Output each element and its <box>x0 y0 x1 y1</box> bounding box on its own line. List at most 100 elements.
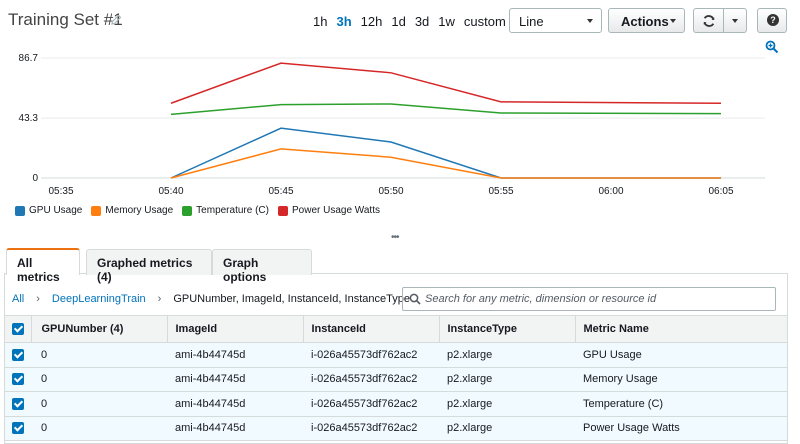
graph-title: Training Set #1 <box>8 10 123 29</box>
chevron-down-icon <box>587 19 593 23</box>
chevron-down-icon <box>670 19 676 23</box>
legend-label: Temperature (C) <box>196 205 269 216</box>
x-tick-label: 06:00 <box>598 186 623 197</box>
refresh-icon <box>703 15 715 27</box>
select-all-cell <box>5 315 32 343</box>
legend-label: Memory Usage <box>105 205 174 216</box>
column-header-imageid[interactable]: ImageId <box>167 315 304 343</box>
chevron-down-icon <box>732 19 738 23</box>
series-line-memory-usage <box>170 148 721 179</box>
cell-imageid: ami-4b44745d <box>167 342 303 368</box>
range-12h[interactable]: 12h <box>361 14 383 29</box>
cell-imageid: ami-4b44745d <box>167 367 303 392</box>
range-1d[interactable]: 1d <box>391 14 405 29</box>
chevron-right-icon: › <box>36 293 40 305</box>
column-header-metric-name[interactable]: Metric Name <box>575 315 787 343</box>
help-icon: ? <box>767 14 779 26</box>
range-3d[interactable]: 3d <box>415 14 429 29</box>
row-checkbox[interactable] <box>12 348 24 361</box>
select-all-checkbox[interactable] <box>12 323 24 336</box>
legend-swatch <box>15 205 25 216</box>
row-select-cell <box>5 416 31 441</box>
cell-metric-name: GPU Usage <box>575 342 787 368</box>
legend-swatch <box>91 205 102 216</box>
actions-button[interactable]: Actions <box>608 8 685 33</box>
tab-graph-options[interactable]: Graph options <box>212 249 312 284</box>
series-line-temperature-c <box>170 103 722 116</box>
metric-search <box>402 287 776 311</box>
column-header-instanceid[interactable]: InstanceId <box>303 315 440 343</box>
search-input[interactable] <box>425 291 765 307</box>
metrics-line-chart: 0 43.3 86.7 05:35 05:40 05:45 05:50 05:55 06:00 0… <box>19 53 765 197</box>
row-checkbox[interactable] <box>12 422 24 435</box>
cell-metric-name: Memory Usage <box>575 367 787 392</box>
time-range-selector: 1h 3h 12h 1d 3d 1w custom <box>313 14 525 29</box>
table-header-row: GPUNumber (4) ImageId InstanceId Instanc… <box>5 315 787 343</box>
tab-all-metrics[interactable]: All metrics <box>6 248 80 284</box>
row-select-cell <box>5 367 31 392</box>
series-line-power-usage-watts <box>170 62 722 105</box>
pencil-icon[interactable] <box>110 12 122 26</box>
range-1w[interactable]: 1w <box>438 14 455 29</box>
column-header-gpunumber[interactable]: GPUNumber (4) <box>31 315 168 343</box>
breadcrumb: All › DeepLearningTrain › GPUNumber, Ima… <box>12 293 410 305</box>
cell-gpunumber: 0 <box>31 391 167 417</box>
table-row[interactable]: 0 ami-4b44745d i-026a45573df762ac2 p2.xl… <box>5 391 787 417</box>
breadcrumb-dimensions: GPUNumber, ImageId, InstanceId, Instance… <box>173 293 410 305</box>
y-tick-label: 86.7 <box>19 53 39 64</box>
x-tick-label: 05:35 <box>48 186 73 197</box>
row-select-cell <box>5 342 31 368</box>
cell-gpunumber: 0 <box>31 416 167 441</box>
chart-type-value: Line <box>519 14 544 29</box>
table-row[interactable]: 0 ami-4b44745d i-026a45573df762ac2 p2.xl… <box>5 367 787 392</box>
resize-handle[interactable]: ••• <box>391 233 399 243</box>
range-1h[interactable]: 1h <box>313 14 327 29</box>
refresh-interval-dropdown[interactable] <box>723 8 747 33</box>
legend-item-power-usage[interactable]: Power Usage Watts <box>277 205 380 216</box>
cell-metric-name: Temperature (C) <box>575 391 787 417</box>
row-checkbox[interactable] <box>12 397 24 410</box>
series-line-gpu-usage <box>170 127 721 179</box>
range-3h[interactable]: 3h <box>336 14 351 29</box>
tab-graphed-metrics[interactable]: Graphed metrics (4) <box>86 249 212 284</box>
refresh-button[interactable] <box>693 8 724 33</box>
row-checkbox[interactable] <box>12 373 24 386</box>
chart-type-select[interactable]: Line <box>509 8 602 33</box>
help-button[interactable]: ? <box>757 8 787 33</box>
actions-label: Actions <box>621 14 669 29</box>
x-tick-label: 05:40 <box>158 186 183 197</box>
metrics-tabs: All metrics Graphed metrics (4) Graph op… <box>4 246 788 284</box>
x-tick-label: 05:50 <box>378 186 403 197</box>
legend-item-gpu-usage[interactable]: GPU Usage <box>15 205 82 216</box>
chevron-right-icon: › <box>157 293 162 305</box>
cell-instanceid: i-026a45573df762ac2 <box>303 416 439 441</box>
cell-instancetype: p2.xlarge <box>439 391 575 417</box>
cell-gpunumber: 0 <box>31 367 167 392</box>
table-row[interactable]: 0 ami-4b44745d i-026a45573df762ac2 p2.xl… <box>5 342 787 368</box>
chart-legend: GPU Usage Memory Usage Temperature (C) P… <box>15 205 389 216</box>
breadcrumb-namespace[interactable]: DeepLearningTrain <box>52 293 146 305</box>
cell-metric-name: Power Usage Watts <box>575 416 787 441</box>
column-header-instancetype[interactable]: InstanceType <box>439 315 576 343</box>
y-tick-label: 43.3 <box>19 113 39 124</box>
cell-instanceid: i-026a45573df762ac2 <box>303 342 439 368</box>
x-tick-label: 06:05 <box>708 186 733 197</box>
legend-label: GPU Usage <box>29 205 83 216</box>
cell-imageid: ami-4b44745d <box>167 416 303 441</box>
legend-swatch <box>277 205 288 216</box>
metrics-table: GPUNumber (4) ImageId InstanceId Instanc… <box>5 315 787 441</box>
table-row[interactable]: 0 ami-4b44745d i-026a45573df762ac2 p2.xl… <box>5 416 787 441</box>
range-custom-label: custom <box>463 14 506 29</box>
legend-item-memory-usage[interactable]: Memory Usage <box>91 205 173 216</box>
search-icon <box>409 293 421 305</box>
cell-gpunumber: 0 <box>31 342 167 368</box>
cell-instanceid: i-026a45573df762ac2 <box>303 391 439 417</box>
cell-instancetype: p2.xlarge <box>439 416 575 441</box>
breadcrumb-all[interactable]: All <box>12 293 24 305</box>
cell-instancetype: p2.xlarge <box>439 367 575 392</box>
cell-instanceid: i-026a45573df762ac2 <box>303 367 439 392</box>
x-tick-label: 05:45 <box>268 186 293 197</box>
legend-label: Power Usage Watts <box>291 205 380 216</box>
legend-item-temperature[interactable]: Temperature (C) <box>182 205 269 216</box>
y-tick-label: 0 <box>32 173 38 184</box>
